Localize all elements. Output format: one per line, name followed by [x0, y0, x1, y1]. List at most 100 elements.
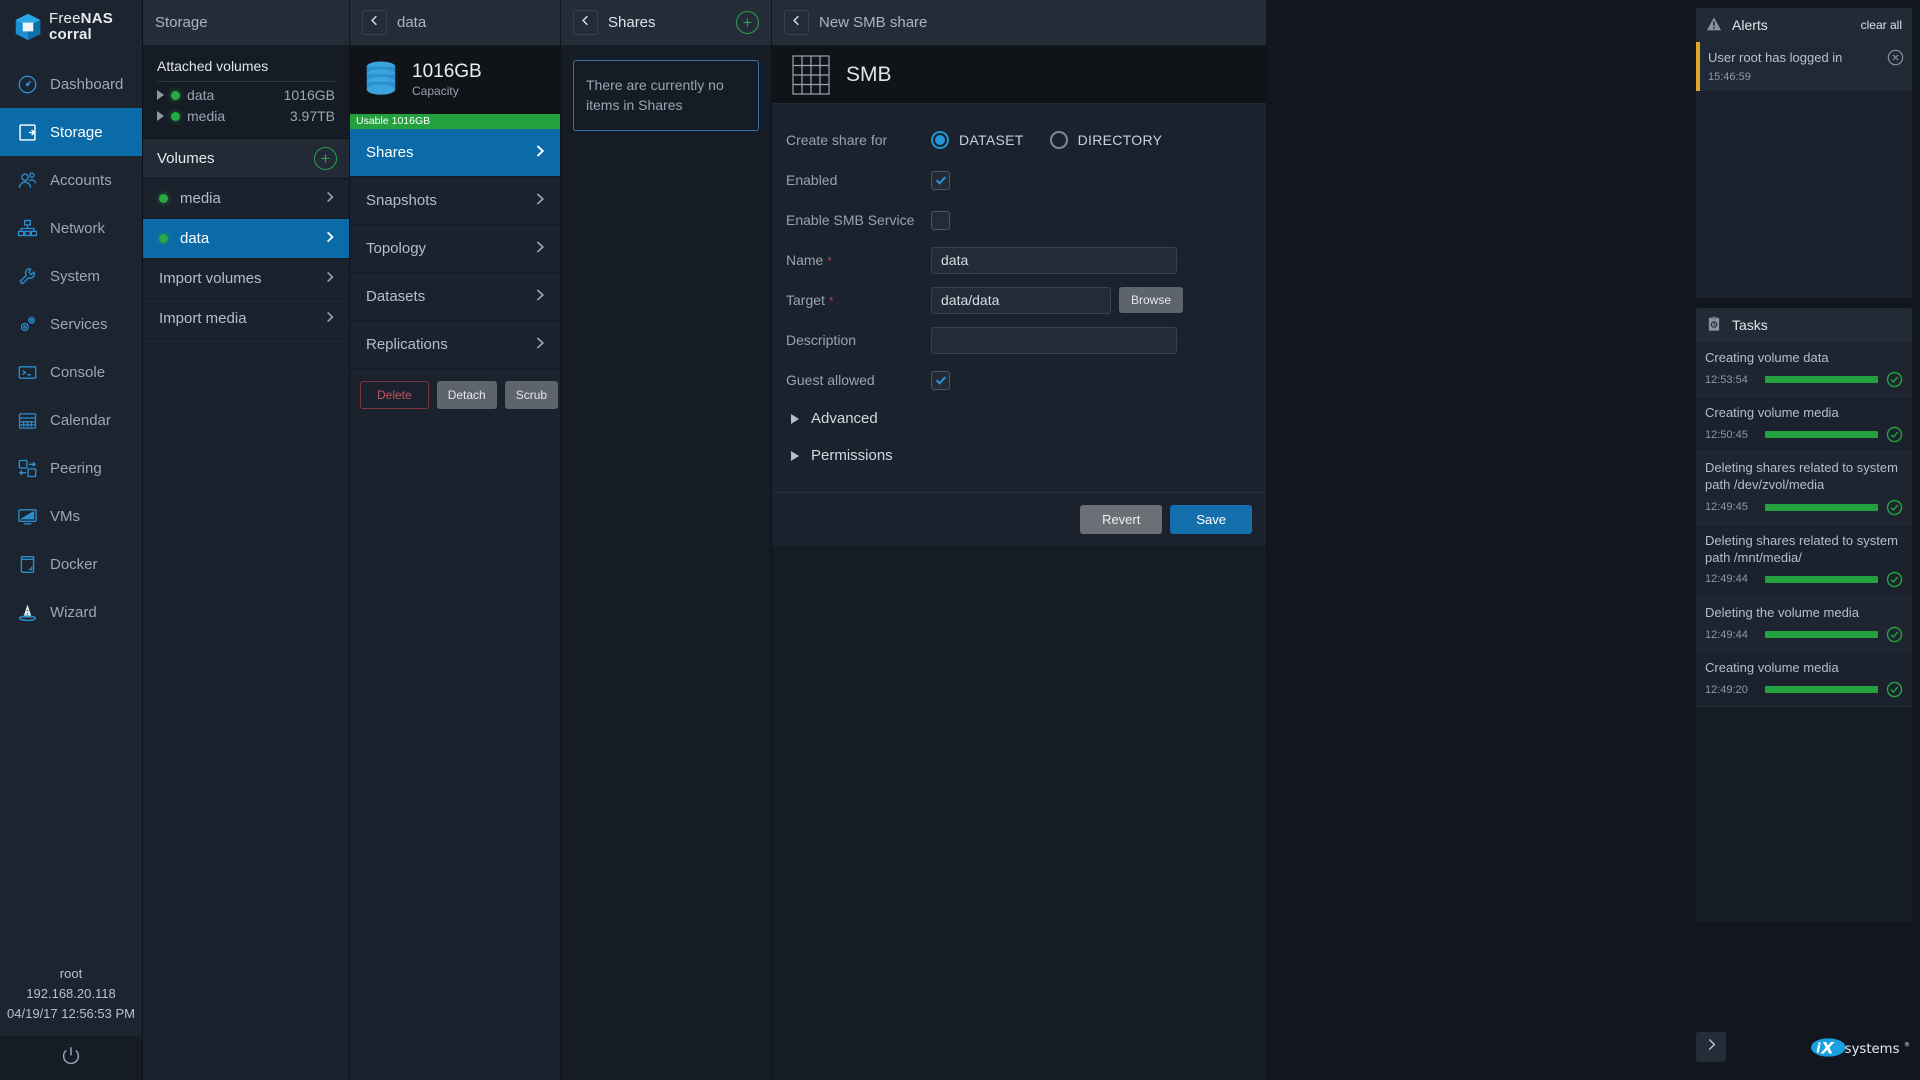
plus-circle-icon: + — [743, 14, 753, 31]
data-menu-replications[interactable]: Replications — [350, 321, 560, 369]
sidebar-item-label: Console — [50, 364, 105, 381]
sidebar-item-dashboard[interactable]: Dashboard — [0, 60, 142, 108]
sidebar-item-label: Peering — [50, 460, 102, 477]
data-menu-topology[interactable]: Topology — [350, 225, 560, 273]
chevron-right-icon — [1704, 1037, 1719, 1057]
task-item[interactable]: Creating volume media 12:49:20 — [1696, 652, 1912, 707]
sidebar-item-accounts[interactable]: Accounts — [0, 156, 142, 204]
clipboard-icon — [1706, 316, 1722, 335]
enable-smb-service-checkbox[interactable] — [931, 211, 950, 230]
enable-smb-service-row: Enable SMB Service — [786, 200, 1252, 240]
radio-dataset-label: DATASET — [959, 132, 1024, 148]
back-button[interactable] — [362, 10, 387, 35]
sidebar-item-storage[interactable]: Storage — [0, 108, 142, 156]
guest-allowed-row: Guest allowed — [786, 360, 1252, 400]
expand-triangle-icon[interactable] — [157, 111, 164, 121]
sidebar-item-system[interactable]: System — [0, 252, 142, 300]
radio-directory[interactable] — [1050, 131, 1068, 149]
power-button[interactable] — [0, 1036, 142, 1080]
sidebar-item-network[interactable]: Network — [0, 204, 142, 252]
task-item[interactable]: Deleting shares related to system path /… — [1696, 525, 1912, 597]
logo-free-text: Free — [49, 10, 81, 27]
back-button[interactable] — [784, 10, 809, 35]
task-time: 12:50:45 — [1705, 429, 1757, 441]
sidebar-item-docker[interactable]: Docker — [0, 540, 142, 588]
expand-triangle-icon[interactable] — [157, 90, 164, 100]
target-input[interactable] — [931, 287, 1111, 314]
browse-button[interactable]: Browse — [1119, 287, 1183, 313]
right-panel: Alerts clear all User root has logged in… — [1688, 0, 1920, 1080]
data-header-title: data — [397, 14, 426, 31]
task-name: Creating volume data — [1705, 349, 1903, 366]
sidebar-item-wizard[interactable]: Wizard — [0, 588, 142, 636]
permissions-accordion[interactable]: Permissions — [786, 437, 1252, 474]
revert-button[interactable]: Revert — [1080, 505, 1162, 534]
logo-nas-text: NAS — [81, 10, 113, 27]
data-menu-datasets[interactable]: Datasets — [350, 273, 560, 321]
detach-button[interactable]: Detach — [437, 381, 497, 409]
sidebar-item-calendar[interactable]: Calendar — [0, 396, 142, 444]
guest-allowed-label: Guest allowed — [786, 372, 931, 388]
name-input[interactable] — [931, 247, 1177, 274]
attached-volume-row[interactable]: data 1016GB — [157, 82, 335, 103]
data-menu-label: Replications — [366, 336, 448, 353]
storage-header-title: Storage — [155, 14, 208, 31]
svg-text:X: X — [1820, 1038, 1835, 1057]
enabled-label: Enabled — [786, 172, 931, 188]
sidebar-item-vms[interactable]: VMs — [0, 492, 142, 540]
task-time: 12:53:54 — [1705, 374, 1757, 386]
alert-message: User root has logged in — [1708, 50, 1842, 65]
add-volume-button[interactable]: + — [314, 147, 337, 170]
description-input[interactable] — [931, 327, 1177, 354]
alerts-card: Alerts clear all User root has logged in… — [1696, 8, 1912, 298]
expand-panel-button[interactable] — [1696, 1032, 1726, 1062]
chevron-right-icon — [532, 143, 548, 163]
chevron-right-icon — [532, 287, 548, 307]
freenas-cube-icon — [14, 12, 42, 42]
back-button[interactable] — [573, 10, 598, 35]
shares-header-title: Shares — [608, 14, 656, 31]
storage-column-header: Storage — [143, 0, 349, 46]
clear-all-alerts-button[interactable]: clear all — [1861, 18, 1902, 32]
save-button[interactable]: Save — [1170, 505, 1252, 534]
task-progress-bar — [1765, 576, 1878, 583]
advanced-accordion[interactable]: Advanced — [786, 400, 1252, 437]
alert-item[interactable]: User root has logged in 15:46:59 — [1696, 42, 1912, 91]
volumes-section-header: Volumes + — [143, 139, 349, 179]
power-icon — [60, 1045, 82, 1072]
data-menu-shares[interactable]: Shares — [350, 129, 560, 177]
volumes-title: Volumes — [157, 150, 215, 167]
task-item[interactable]: Deleting shares related to system path /… — [1696, 452, 1912, 524]
check-circle-icon — [1886, 426, 1903, 443]
form-title-text: SMB — [846, 63, 892, 87]
scrub-button[interactable]: Scrub — [505, 381, 558, 409]
smb-form-body: Create share for DATASET DIRECTORY Enabl… — [772, 104, 1266, 492]
close-circle-icon[interactable] — [1887, 49, 1904, 66]
sidebar-item-console[interactable]: Console — [0, 348, 142, 396]
attached-volumes-title: Attached volumes — [157, 58, 335, 82]
services-icon — [16, 313, 38, 335]
attached-volume-row[interactable]: media 3.97TB — [157, 103, 335, 124]
volume-row-media[interactable]: media — [143, 179, 349, 219]
enabled-checkbox[interactable] — [931, 171, 950, 190]
sidebar-item-peering[interactable]: Peering — [0, 444, 142, 492]
chevron-left-icon — [790, 14, 803, 31]
check-circle-icon — [1886, 626, 1903, 643]
delete-button[interactable]: Delete — [360, 381, 429, 409]
volume-name: data — [180, 230, 209, 247]
task-item[interactable]: Creating volume data 12:53:54 — [1696, 342, 1912, 397]
add-share-button[interactable]: + — [736, 11, 759, 34]
volume-row-data[interactable]: data — [143, 219, 349, 259]
radio-dataset[interactable] — [931, 131, 949, 149]
description-row: Description — [786, 320, 1252, 360]
task-name: Creating volume media — [1705, 659, 1903, 676]
shares-column: Shares + There are currently no items in… — [561, 0, 772, 1080]
data-menu-snapshots[interactable]: Snapshots — [350, 177, 560, 225]
task-item[interactable]: Deleting the volume media 12:49:44 — [1696, 597, 1912, 652]
task-item[interactable]: Creating volume media 12:50:45 — [1696, 397, 1912, 452]
brand-logo[interactable]: FreeNAS corral — [0, 0, 142, 54]
guest-allowed-checkbox[interactable] — [931, 371, 950, 390]
import-volumes-row[interactable]: Import volumes — [143, 259, 349, 299]
sidebar-item-services[interactable]: Services — [0, 300, 142, 348]
import-media-row[interactable]: Import media — [143, 299, 349, 339]
